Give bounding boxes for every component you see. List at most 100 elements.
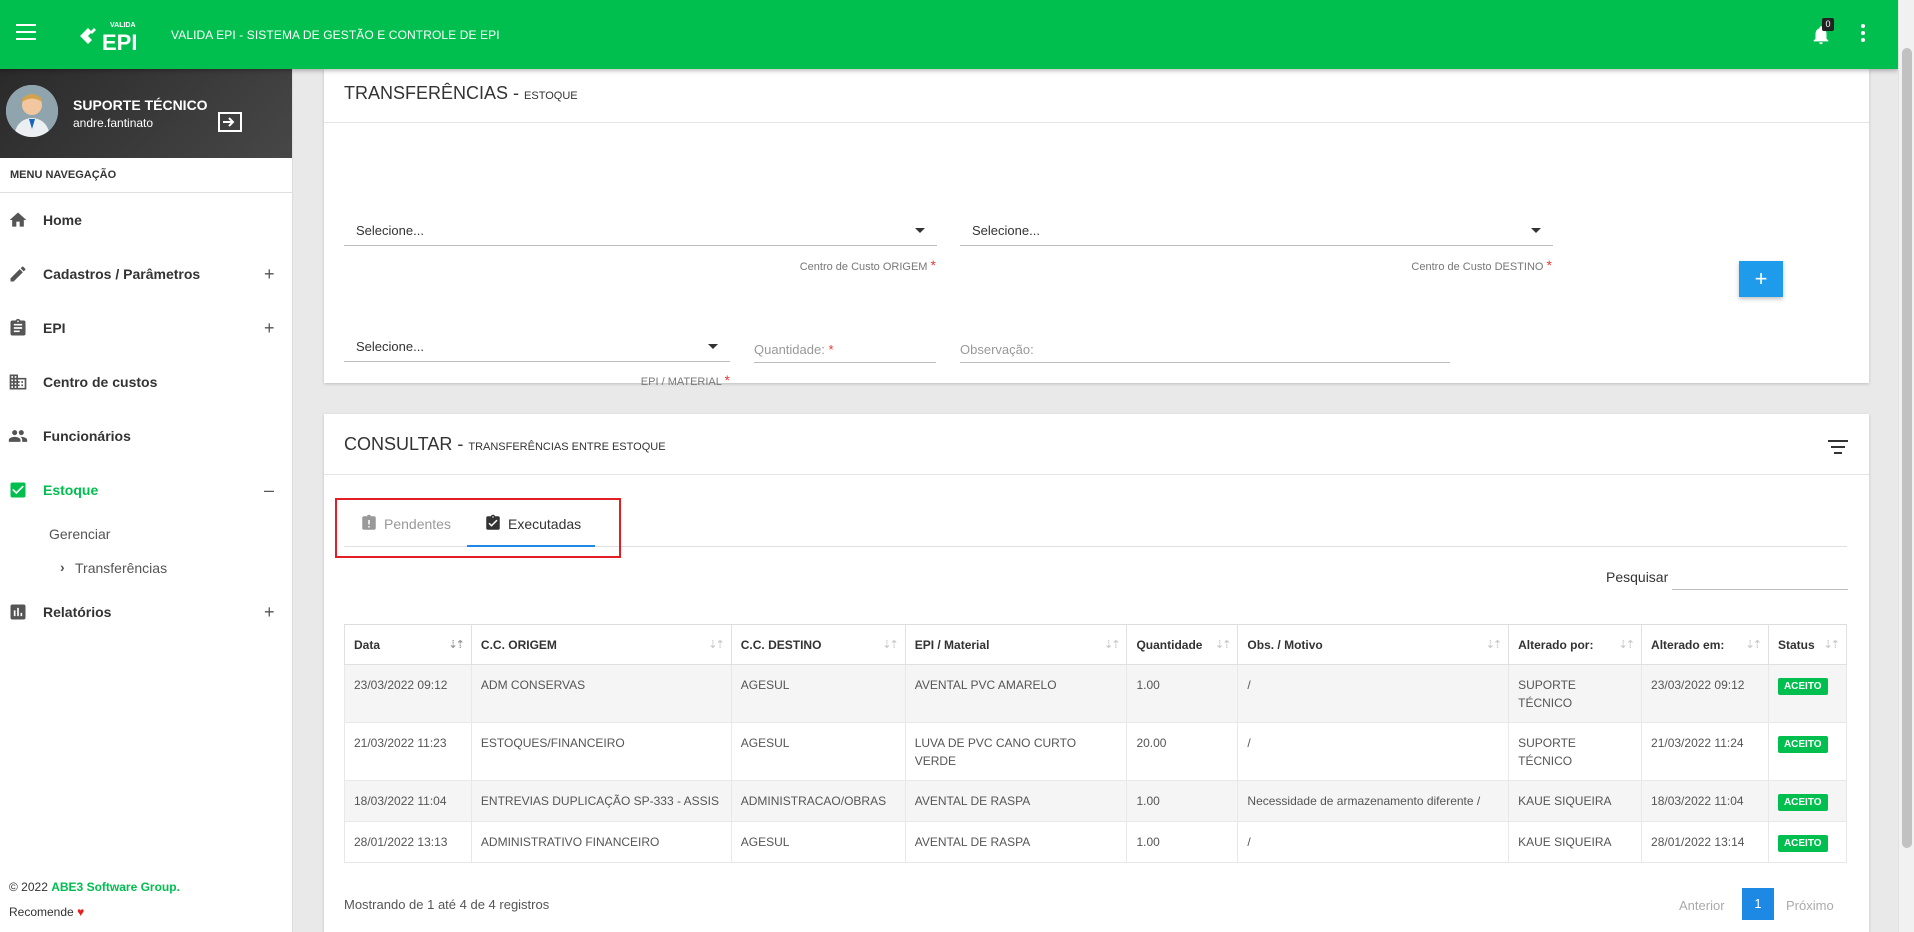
cell-obs-motivo: / xyxy=(1237,821,1510,863)
column-header-alterado-por[interactable]: Alterado por: ⇣⇡ xyxy=(1508,624,1643,665)
add-button[interactable]: + xyxy=(1739,261,1783,297)
sidebar-footer: © 2022 ABE3 Software Group. Recomende ♥ xyxy=(9,875,180,925)
user-panel: SUPORTE TÉCNICO andre.fantinato xyxy=(0,69,292,158)
column-header-epi-material[interactable]: EPI / Material ⇣⇡ xyxy=(904,624,1128,665)
status-badge: ACEITO xyxy=(1777,736,1828,753)
more-options-icon[interactable] xyxy=(1860,24,1866,44)
clipboard-icon xyxy=(10,318,26,336)
app-logo[interactable]: VALIDA EPI xyxy=(78,20,140,55)
cell-status: ACEITO xyxy=(1767,664,1848,723)
cell-alterado-por: SUPORTE TÉCNICO xyxy=(1508,722,1643,781)
chevron-right-icon: › xyxy=(60,559,65,575)
pencil-icon xyxy=(10,266,26,282)
column-header-cc-origem[interactable]: C.C. ORIGEM ⇣⇡ xyxy=(470,624,732,665)
sidebar-item-label: Funcionários xyxy=(43,428,131,444)
copyright-text: © 2022 xyxy=(9,880,48,894)
caret-down-icon xyxy=(708,344,718,349)
sidebar-subitem-transferencias[interactable]: › Transferências xyxy=(0,551,292,585)
recommend-text[interactable]: Recomende xyxy=(9,905,74,919)
cell-status: ACEITO xyxy=(1767,821,1848,863)
filter-icon[interactable] xyxy=(1828,440,1848,456)
cell-cc-origem: ADM CONSERVAS xyxy=(470,664,732,723)
page-title: TRANSFERÊNCIAS - ESTOQUE xyxy=(344,83,578,103)
cell-cc-destino: ADMINISTRACAO/OBRAS xyxy=(730,780,906,822)
cell-alterado-em: 23/03/2022 09:12 xyxy=(1641,664,1769,723)
column-header-status[interactable]: Status ⇣⇡ xyxy=(1767,624,1848,665)
pagination-previous[interactable]: Anterior xyxy=(1679,898,1725,913)
company-link[interactable]: ABE3 Software Group. xyxy=(51,880,180,894)
cell-obs-motivo: Necessidade de armazenamento diferente / xyxy=(1237,780,1510,822)
menu-header: MENU NAVEGAÇÃO xyxy=(0,158,292,193)
cell-obs-motivo: / xyxy=(1237,664,1510,723)
cell-quantidade: 1.00 xyxy=(1126,664,1239,723)
tabs-highlight-box xyxy=(335,498,621,558)
sidebar-item-relatorios[interactable]: Relatórios + xyxy=(0,585,292,639)
sidebar-item-home[interactable]: Home xyxy=(0,193,292,247)
sidebar-item-label: Cadastros / Parâmetros xyxy=(43,266,201,282)
table-row[interactable]: 21/03/2022 11:23 ESTOQUES/FINANCEIRO AGE… xyxy=(344,722,1848,781)
cell-alterado-em: 21/03/2022 11:24 xyxy=(1641,722,1769,781)
sidebar-item-cadastros[interactable]: Cadastros / Parâmetros + xyxy=(0,247,292,301)
origem-select[interactable]: Selecione... xyxy=(344,214,937,246)
status-badge: ACEITO xyxy=(1777,794,1828,811)
collapse-minus-icon[interactable]: – xyxy=(264,480,274,501)
transfers-table: Data ⇣⇡ C.C. ORIGEM ⇣⇡ C.C. DESTINO ⇣⇡ EPI … xyxy=(344,624,1848,863)
expand-plus-icon[interactable]: + xyxy=(264,264,275,285)
destino-hint: Centro de Custo DESTINO * xyxy=(1411,257,1552,273)
pagination-next[interactable]: Próximo xyxy=(1786,898,1834,913)
cell-data: 18/03/2022 11:04 xyxy=(344,780,472,822)
sidebar-item-funcionarios[interactable]: Funcionários xyxy=(0,409,292,463)
column-header-quantidade[interactable]: Quantidade ⇣⇡ xyxy=(1126,624,1239,665)
cell-alterado-em: 28/01/2022 13:14 xyxy=(1641,821,1769,863)
top-app-bar: VALIDA EPI VALIDA EPI - SISTEMA DE GESTÃ… xyxy=(0,0,1898,69)
column-header-cc-destino[interactable]: C.C. DESTINO ⇣⇡ xyxy=(730,624,906,665)
caret-down-icon xyxy=(915,228,925,233)
page-scrollbar[interactable] xyxy=(1898,0,1914,932)
table-header-row: Data ⇣⇡ C.C. ORIGEM ⇣⇡ C.C. DESTINO ⇣⇡ EPI … xyxy=(344,624,1848,665)
notification-count-badge: 0 xyxy=(1822,18,1834,31)
avatar xyxy=(6,85,58,137)
cell-data: 23/03/2022 09:12 xyxy=(344,664,472,723)
search-input[interactable] xyxy=(1672,562,1848,590)
home-icon xyxy=(9,212,27,227)
cell-quantidade: 20.00 xyxy=(1126,722,1239,781)
cell-quantidade: 1.00 xyxy=(1126,780,1239,822)
logout-icon[interactable] xyxy=(218,112,242,132)
cell-data: 21/03/2022 11:23 xyxy=(344,722,472,781)
quantidade-input[interactable] xyxy=(754,333,936,363)
cell-epi-material: AVENTAL PVC AMARELO xyxy=(904,664,1128,723)
pagination-page-1[interactable]: 1 xyxy=(1742,888,1774,920)
observacao-input[interactable] xyxy=(960,333,1450,363)
cell-alterado-por: KAUE SIQUEIRA xyxy=(1508,780,1643,822)
section-title: CONSULTAR - TRANSFERÊNCIAS ENTRE ESTOQUE xyxy=(344,434,666,454)
cell-epi-material: LUVA DE PVC CANO CURTO VERDE xyxy=(904,722,1128,781)
cell-cc-origem: ADMINISTRATIVO FINANCEIRO xyxy=(470,821,732,863)
sidebar-item-epi[interactable]: EPI + xyxy=(0,301,292,355)
sidebar-item-centro-de-custos[interactable]: Centro de custos xyxy=(0,355,292,409)
cell-status: ACEITO xyxy=(1767,722,1848,781)
table-row[interactable]: 28/01/2022 13:13 ADMINISTRATIVO FINANCEI… xyxy=(344,821,1848,863)
table-row[interactable]: 18/03/2022 11:04 ENTREVIAS DUPLICAÇÃO SP… xyxy=(344,780,1848,822)
column-header-alterado-em[interactable]: Alterado em: ⇣⇡ xyxy=(1641,624,1769,665)
checkbox-icon xyxy=(10,482,26,498)
column-header-data[interactable]: Data ⇣⇡ xyxy=(344,624,472,665)
cell-alterado-em: 18/03/2022 11:04 xyxy=(1641,780,1769,822)
expand-plus-icon[interactable]: + xyxy=(264,602,275,623)
sidebar-subitem-gerenciar[interactable]: Gerenciar xyxy=(0,517,292,551)
sidebar: SUPORTE TÉCNICO andre.fantinato MENU NAV… xyxy=(0,69,293,932)
cell-cc-origem: ESTOQUES/FINANCEIRO xyxy=(470,722,732,781)
hamburger-menu-icon[interactable] xyxy=(16,24,36,40)
cell-epi-material: AVENTAL DE RASPA xyxy=(904,821,1128,863)
search-label: Pesquisar xyxy=(1606,569,1669,585)
caret-down-icon xyxy=(1531,228,1541,233)
cell-cc-destino: AGESUL xyxy=(730,664,906,723)
origem-hint: Centro de Custo ORIGEM * xyxy=(799,257,936,273)
sidebar-item-label: Centro de custos xyxy=(43,374,158,390)
epi-material-select[interactable]: Selecione... xyxy=(344,330,730,362)
column-header-obs-motivo[interactable]: Obs. / Motivo ⇣⇡ xyxy=(1237,624,1510,665)
sidebar-item-estoque[interactable]: Estoque – xyxy=(0,463,292,517)
destino-select[interactable]: Selecione... xyxy=(960,214,1553,246)
expand-plus-icon[interactable]: + xyxy=(264,318,275,339)
table-row[interactable]: 23/03/2022 09:12 ADM CONSERVAS AGESUL AV… xyxy=(344,664,1848,723)
user-name: SUPORTE TÉCNICO xyxy=(73,97,208,113)
